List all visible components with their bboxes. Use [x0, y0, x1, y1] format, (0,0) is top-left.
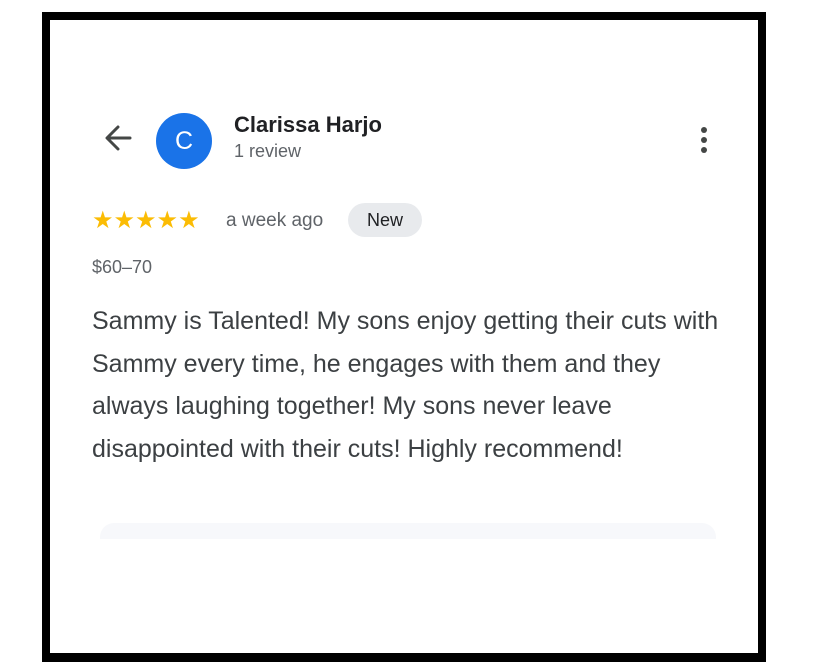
new-badge: New: [348, 203, 422, 237]
star-icon: ★: [113, 207, 136, 234]
avatar[interactable]: C: [156, 113, 212, 169]
star-icon: ★: [92, 207, 114, 234]
price-range: $60–70: [92, 257, 153, 277]
more-vert-icon-dot: [701, 137, 707, 143]
avatar-letter: C: [174, 126, 194, 155]
review-time: a week ago: [226, 210, 324, 231]
more-vert-icon: [701, 127, 707, 133]
star-icon: ★: [135, 207, 157, 234]
more-vert-icon-dot: [701, 147, 707, 153]
review-screen: C Clarissa Harjo 1 review ★ ★ ★ ★ ★ a we…: [42, 12, 766, 662]
reviewer-name[interactable]: Clarissa Harjo: [234, 112, 382, 138]
next-card-edge: [100, 523, 716, 539]
back-button[interactable]: [100, 120, 136, 156]
review-text: Sammy is Talented! My sons enjoy getting…: [92, 307, 719, 463]
reviewer-review-count: 1 review: [234, 141, 302, 161]
star-icon: ★: [156, 207, 179, 234]
star-rating: ★ ★ ★ ★ ★: [92, 207, 200, 235]
arrow-back-icon: [105, 125, 132, 151]
star-icon: ★: [178, 207, 200, 234]
more-options-button[interactable]: [690, 122, 718, 158]
